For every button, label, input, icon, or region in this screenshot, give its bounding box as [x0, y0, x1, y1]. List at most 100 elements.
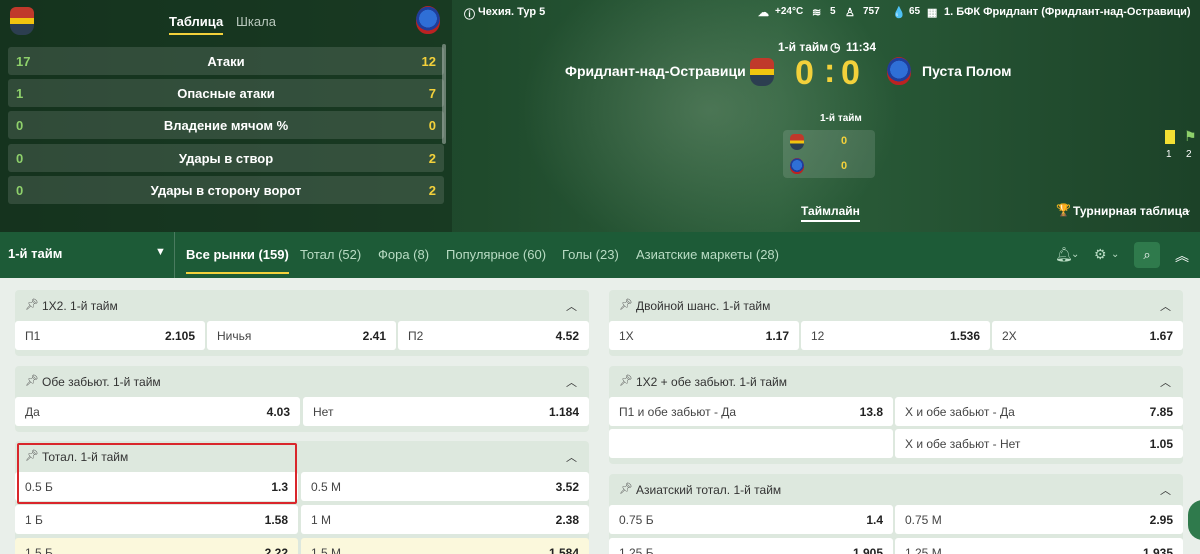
tab-asian-markets[interactable]: Азиатские маркеты (28)	[636, 247, 779, 262]
odd-label: Х и обе забьют - Да	[905, 405, 1015, 419]
chevron-up-icon[interactable]: ︿	[1160, 298, 1171, 314]
search-icon: ⌕	[1143, 247, 1151, 262]
odd-button[interactable]: 0.5 М 3.52	[301, 472, 589, 501]
chevron-up-icon[interactable]: ︿	[566, 298, 577, 314]
pin-icon[interactable]: 📌︎	[619, 482, 633, 495]
chevron-down-icon: ▼	[155, 246, 166, 258]
tab-timeline[interactable]: Таймлайн	[801, 204, 860, 222]
odd-button[interactable]: П1 и обе забьют - Да 13.8	[609, 397, 893, 426]
odd-label: П2	[408, 329, 424, 343]
odd-button[interactable]: 0.75 Б 1.4	[609, 505, 893, 534]
odd-label: П1	[25, 329, 41, 343]
humidity-icon: 💧	[892, 7, 906, 19]
tab-all-markets[interactable]: Все рынки (159)	[186, 247, 289, 274]
odd-value: 2.105	[164, 329, 195, 343]
odd-value: 1.4	[866, 513, 883, 527]
odd-value: 13.8	[859, 405, 883, 419]
odd-label: П1 и обе забьют - Да	[619, 405, 737, 419]
odd-button[interactable]: 1X 1.17	[609, 321, 799, 350]
tab-total[interactable]: Тотал (52)	[300, 247, 361, 262]
odd-button[interactable]: 1 Б 1.58	[15, 505, 298, 534]
odd-button[interactable]: 2X 1.67	[992, 321, 1183, 350]
market-header[interactable]: 📌︎ Двойной шанс. 1-й тайм ︿	[609, 290, 1183, 320]
market-header[interactable]: 📌︎ Обе забьют. 1-й тайм ︿	[15, 366, 589, 396]
floating-action-button[interactable]	[1188, 500, 1200, 540]
odd-button[interactable]: 1.25 М 1.935	[895, 538, 1183, 554]
away-team-logo	[416, 6, 440, 34]
stat-label: Опасные атаки	[177, 86, 275, 101]
standings-link[interactable]: Турнирная таблица	[1073, 204, 1189, 218]
wind-icon: ≋	[812, 7, 822, 19]
market-title: Двойной шанс. 1-й тайм	[636, 299, 771, 313]
pin-icon[interactable]: 📌︎	[25, 374, 39, 387]
tab-scale[interactable]: Шкала	[236, 14, 276, 29]
away-team-logo	[790, 158, 804, 174]
tab-handicap[interactable]: Фора (8)	[378, 247, 429, 262]
odd-button[interactable]: Ничья 2.41	[207, 321, 396, 350]
market-header[interactable]: 📌︎ 1X2 + обе забьют. 1-й тайм ︿	[609, 366, 1183, 396]
pin-icon[interactable]: 📌︎	[619, 374, 633, 387]
odd-value: 2.38	[555, 513, 579, 527]
gear-icon[interactable]: ⚙	[1094, 246, 1107, 263]
odd-button[interactable]: 1.5 Б 2.22	[15, 538, 298, 554]
odd-button[interactable]: Х и обе забьют - Нет 1.05	[895, 429, 1183, 458]
home-team-name[interactable]: Фридлант-над-Остравици	[565, 63, 746, 79]
odd-button[interactable]: Да 4.03	[15, 397, 300, 426]
chevron-up-icon[interactable]: ︿	[1160, 374, 1171, 390]
market-header[interactable]: 📌︎ Азиатский тотал. 1-й тайм ︿	[609, 474, 1183, 504]
odd-button[interactable]: П2 4.52	[398, 321, 589, 350]
odd-button[interactable]: 12 1.536	[801, 321, 990, 350]
odd-label: 2X	[1002, 329, 1017, 343]
odd-button[interactable]: 0.75 М 2.95	[895, 505, 1183, 534]
pin-icon[interactable]: 📌︎	[619, 298, 633, 311]
corner-count: 2	[1186, 149, 1192, 160]
chevron-down-icon[interactable]: ⌄	[1183, 203, 1192, 216]
period-score-table: 0 0	[783, 130, 875, 178]
tab-table[interactable]: Таблица	[169, 14, 224, 35]
match-clock: 11:34	[846, 40, 877, 54]
collapse-all-icon[interactable]: ︽	[1175, 246, 1189, 266]
odd-value: 4.03	[266, 405, 290, 419]
odd-label: 0.75 Б	[619, 513, 654, 527]
yellow-card-count: 1	[1166, 149, 1172, 160]
odd-value: 1.58	[264, 513, 288, 527]
period-dropdown-label: 1-й тайм	[8, 246, 63, 261]
chevron-up-icon[interactable]: ︿	[1160, 482, 1171, 498]
odd-value: 1.905	[852, 546, 883, 554]
home-team-logo	[750, 58, 774, 86]
stats-scrollbar[interactable]	[442, 44, 446, 144]
tab-goals[interactable]: Голы (23)	[562, 247, 619, 262]
odd-button[interactable]: Х и обе забьют - Да 7.85	[895, 397, 1183, 426]
odd-button[interactable]: 1.5 М 1.584	[301, 538, 589, 554]
period-home-score: 0	[841, 135, 848, 147]
pin-icon[interactable]: 📌︎	[25, 298, 39, 311]
odd-label: 12	[811, 329, 825, 343]
odd-label: 1.5 М	[311, 546, 342, 554]
odd-button[interactable]: Нет 1.184	[303, 397, 589, 426]
chevron-up-icon[interactable]: ︿	[566, 374, 577, 390]
tab-popular[interactable]: Популярное (60)	[446, 247, 546, 262]
stat-away-value: 12	[421, 54, 436, 69]
odd-value: 3.52	[555, 480, 579, 494]
search-button[interactable]: ⌕	[1134, 242, 1160, 268]
market-1x2-both-score: 📌︎ 1X2 + обе забьют. 1-й тайм ︿ П1 и обе…	[609, 366, 1183, 464]
stat-label: Атаки	[207, 54, 245, 69]
odd-label: Х и обе забьют - Нет	[905, 437, 1021, 451]
market-header[interactable]: 📌︎ 1X2. 1-й тайм ︿	[15, 290, 589, 320]
odd-value: 2.22	[264, 546, 288, 554]
stadium-icon: ▦	[927, 7, 938, 19]
odd-value: 1.05	[1149, 437, 1173, 451]
period-dropdown[interactable]: 1-й тайм ▼	[0, 232, 175, 278]
chevron-down-icon[interactable]: ⌄	[1071, 249, 1079, 260]
home-team-logo	[790, 134, 804, 150]
odd-label: 1.5 Б	[25, 546, 53, 554]
odd-button[interactable]: 1 М 2.38	[301, 505, 589, 534]
chevron-down-icon[interactable]: ⌄	[1111, 249, 1119, 260]
market-title: Обе забьют. 1-й тайм	[42, 375, 161, 389]
odd-button[interactable]: П1 2.105	[15, 321, 205, 350]
yellow-card-icon	[1165, 130, 1175, 144]
away-team-name[interactable]: Пуста Полом	[922, 63, 1012, 79]
odd-button[interactable]: 1.25 Б 1.905	[609, 538, 893, 554]
chevron-up-icon[interactable]: ︿	[566, 449, 577, 465]
wind-value: 5	[830, 6, 836, 17]
